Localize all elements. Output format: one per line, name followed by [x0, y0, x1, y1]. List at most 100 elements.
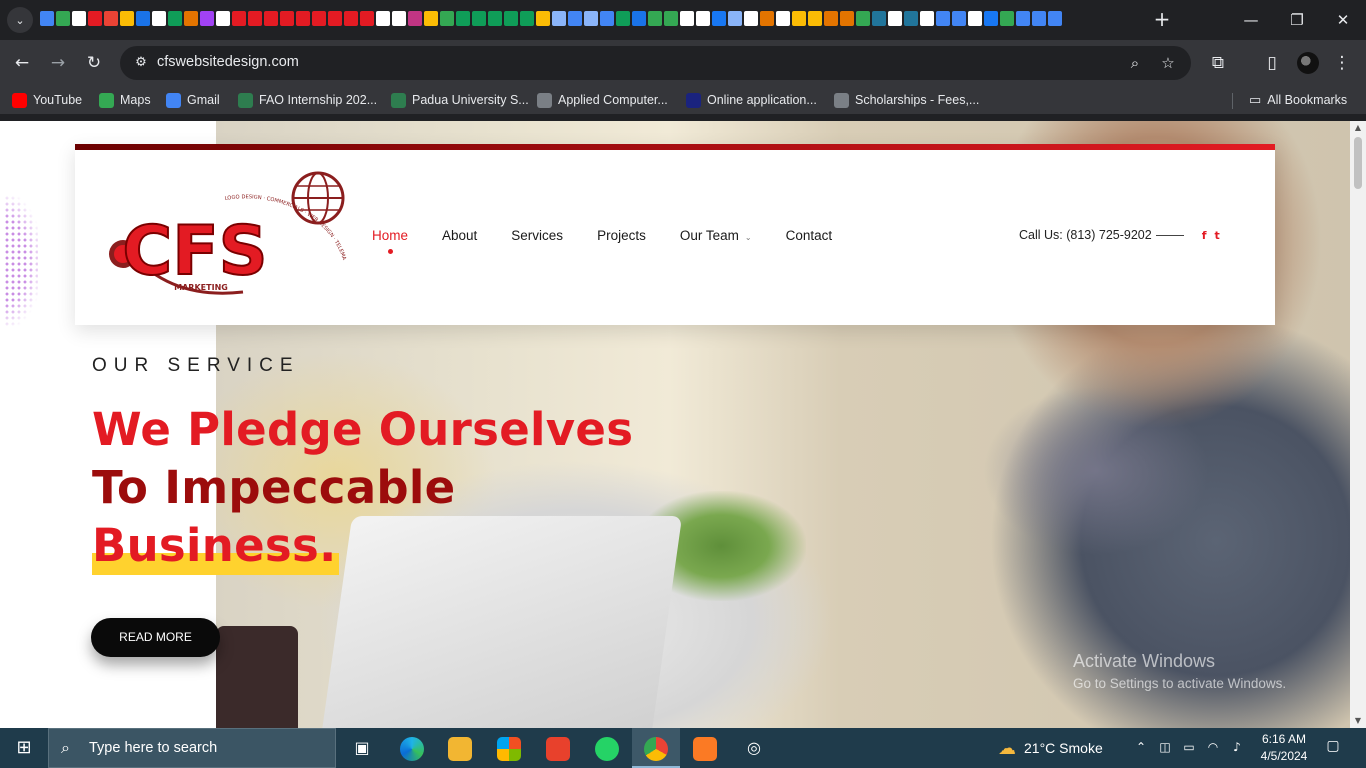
tab-favicon-icon[interactable]: [40, 11, 54, 26]
show-hidden-icons[interactable]: ⌃: [1132, 740, 1150, 756]
tab-favicon-icon[interactable]: [776, 11, 790, 26]
tab-favicon-icon[interactable]: [360, 11, 374, 26]
facebook-icon[interactable]: f: [1202, 229, 1207, 242]
new-tab-button[interactable]: +: [1150, 7, 1174, 31]
scroll-thumb[interactable]: [1354, 137, 1362, 189]
bookmark-star-icon[interactable]: ☆: [1158, 53, 1178, 73]
nav-item-projects[interactable]: Projects: [597, 228, 646, 243]
tab-favicon-icon[interactable]: [648, 11, 662, 26]
meet-now-icon[interactable]: ◫: [1156, 740, 1174, 756]
tab-favicon-icon[interactable]: [680, 11, 694, 26]
wifi-icon[interactable]: ◠: [1204, 740, 1222, 756]
tab-favicon-icon[interactable]: [296, 11, 310, 26]
tab-favicon-icon[interactable]: [1016, 11, 1030, 26]
file-explorer-icon[interactable]: [436, 728, 484, 768]
task-view-icon[interactable]: ▣: [338, 728, 386, 768]
whatsapp-icon[interactable]: [583, 728, 631, 768]
tab-favicon-icon[interactable]: [184, 11, 198, 26]
tab-favicon-icon[interactable]: [952, 11, 966, 26]
nav-item-home[interactable]: Home: [372, 228, 408, 254]
tab-favicon-icon[interactable]: [312, 11, 326, 26]
ring-app-icon[interactable]: ◎: [730, 728, 778, 768]
tab-favicon-icon[interactable]: [104, 11, 118, 26]
nav-item-our-team[interactable]: Our Team ⌄: [680, 228, 752, 243]
weather-widget[interactable]: ☁ 21°C Smoke: [998, 728, 1103, 768]
tab-favicon-icon[interactable]: [888, 11, 902, 26]
tab-favicon-icon[interactable]: [712, 11, 726, 26]
bookmark-item[interactable]: Online application...: [686, 91, 817, 109]
tab-favicon-icon[interactable]: [904, 11, 918, 26]
tab-favicon-icon[interactable]: [344, 11, 358, 26]
forward-icon[interactable]: →: [46, 51, 70, 75]
minimize-button[interactable]: —: [1228, 6, 1274, 34]
tab-favicon-icon[interactable]: [424, 11, 438, 26]
twitter-icon[interactable]: t: [1215, 229, 1220, 242]
scroll-down-icon[interactable]: ▼: [1350, 714, 1366, 728]
tab-favicon-icon[interactable]: [136, 11, 150, 26]
close-window-button[interactable]: ✕: [1320, 6, 1366, 34]
tab-favicon-icon[interactable]: [1032, 11, 1046, 26]
tab-favicon-icon[interactable]: [968, 11, 982, 26]
wps-office-icon[interactable]: [534, 728, 582, 768]
bookmark-item[interactable]: YouTube: [12, 91, 82, 109]
taskbar-search[interactable]: ⌕ Type here to search: [48, 728, 336, 768]
tab-favicon-icon[interactable]: [56, 11, 70, 26]
tab-favicon-icon[interactable]: [488, 11, 502, 26]
tab-favicon-icon[interactable]: [280, 11, 294, 26]
nav-item-about[interactable]: About: [442, 228, 477, 243]
tab-favicon-icon[interactable]: [632, 11, 646, 26]
tab-favicon-icon[interactable]: [472, 11, 486, 26]
extensions-icon[interactable]: ⧉: [1206, 51, 1230, 75]
call-text[interactable]: Call Us: (813) 725-9202: [1019, 228, 1152, 242]
zoom-icon[interactable]: ⌕: [1125, 53, 1145, 73]
tab-favicon-icon[interactable]: [72, 11, 86, 26]
tab-favicon-icon[interactable]: [808, 11, 822, 26]
battery-icon[interactable]: ▭: [1180, 740, 1198, 756]
nav-item-contact[interactable]: Contact: [786, 228, 833, 243]
tab-favicon-icon[interactable]: [200, 11, 214, 26]
xampp-icon[interactable]: [681, 728, 729, 768]
tab-favicon-icon[interactable]: [856, 11, 870, 26]
nav-item-services[interactable]: Services: [511, 228, 563, 243]
back-icon[interactable]: ←: [10, 51, 34, 75]
tab-favicon-icon[interactable]: [552, 11, 566, 26]
tab-favicon-icon[interactable]: [744, 11, 758, 26]
windows-start-icon[interactable]: ⊞: [0, 728, 48, 768]
profile-avatar[interactable]: [1297, 52, 1319, 74]
tab-favicon-icon[interactable]: [120, 11, 134, 26]
tab-favicon-icon[interactable]: [392, 11, 406, 26]
tab-favicon-icon[interactable]: [1048, 11, 1062, 26]
notifications-icon[interactable]: ▢: [1322, 738, 1344, 758]
page-scrollbar[interactable]: ▲ ▼: [1350, 121, 1366, 728]
tab-favicon-icon[interactable]: [456, 11, 470, 26]
tab-favicon-icon[interactable]: [232, 11, 246, 26]
tab-favicon-icon[interactable]: [936, 11, 950, 26]
tab-favicon-icon[interactable]: [328, 11, 342, 26]
tab-favicon-icon[interactable]: [376, 11, 390, 26]
read-more-button[interactable]: READ MORE: [91, 618, 220, 657]
tab-favicon-icon[interactable]: [792, 11, 806, 26]
tab-favicon-icon[interactable]: [840, 11, 854, 26]
site-info-icon[interactable]: ⚙: [132, 54, 150, 72]
tab-favicon-icon[interactable]: [696, 11, 710, 26]
bookmark-item[interactable]: Padua University S...: [391, 91, 529, 109]
tab-favicon-icon[interactable]: [872, 11, 886, 26]
edge-icon[interactable]: [388, 728, 436, 768]
tab-search-button[interactable]: ⌄: [7, 7, 33, 33]
volume-icon[interactable]: ♪: [1228, 740, 1246, 756]
store-icon[interactable]: [485, 728, 533, 768]
tab-favicon-icon[interactable]: [216, 11, 230, 26]
bookmark-item[interactable]: Maps: [99, 91, 151, 109]
chrome-icon[interactable]: [632, 728, 680, 768]
tab-favicon-icon[interactable]: [520, 11, 534, 26]
bookmark-item[interactable]: FAO Internship 202...: [238, 91, 377, 109]
taskbar-clock[interactable]: 6:16 AM 4/5/2024: [1256, 731, 1312, 765]
tab-favicon-icon[interactable]: [152, 11, 166, 26]
tab-favicon-icon[interactable]: [728, 11, 742, 26]
tab-favicon-icon[interactable]: [984, 11, 998, 26]
more-menu-icon[interactable]: ⋮: [1330, 51, 1354, 75]
all-bookmarks-button[interactable]: ▭ All Bookmarks: [1249, 91, 1347, 109]
tab-favicon-icon[interactable]: [824, 11, 838, 26]
tab-favicon-icon[interactable]: [616, 11, 630, 26]
tab-favicon-icon[interactable]: [600, 11, 614, 26]
